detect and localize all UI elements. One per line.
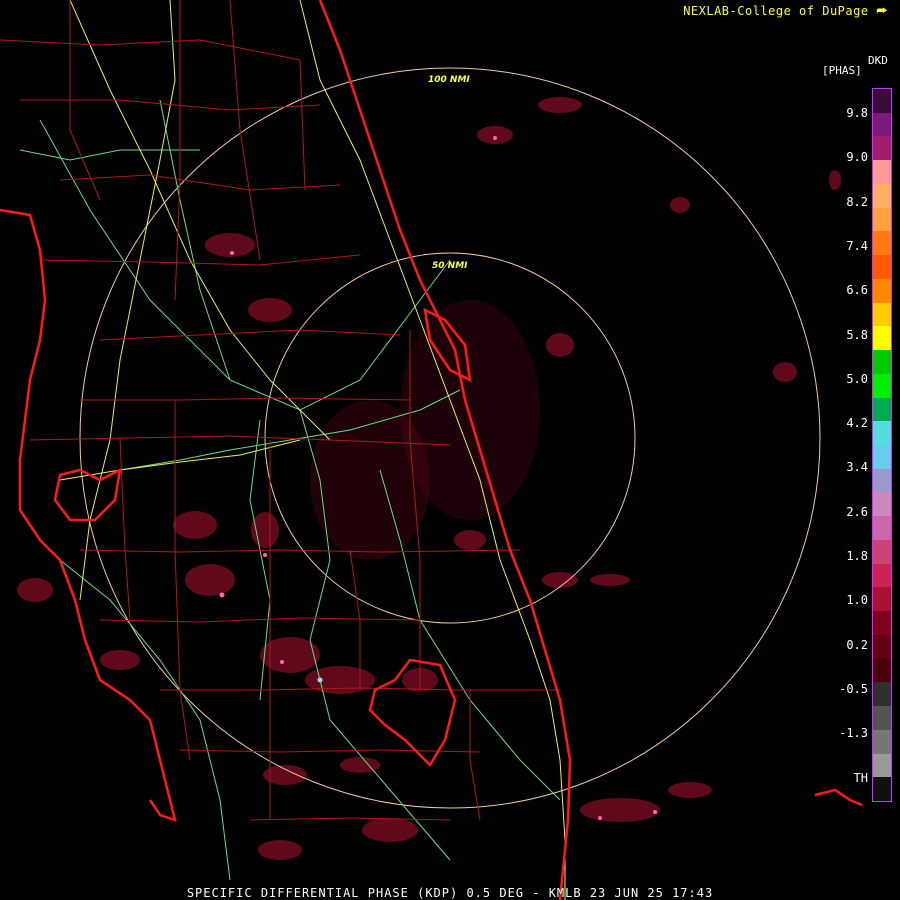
legend-color-swatch — [873, 729, 891, 755]
legend-tick-label: 6.6 — [846, 283, 868, 298]
legend-tick-label: 3.4 — [846, 460, 868, 475]
legend-color-swatch — [873, 231, 891, 256]
legend-tick-label: 8.2 — [846, 194, 868, 209]
legend-color-swatch — [873, 183, 891, 209]
legend-color-swatch — [873, 421, 891, 446]
legend-tick-label: 9.0 — [846, 150, 868, 165]
legend-tick-label: 1.8 — [846, 549, 868, 563]
legend-tick-label: 4.2 — [846, 416, 868, 431]
legend-tick-label: -0.5 — [839, 681, 868, 696]
legend-tick-label: 5.8 — [846, 327, 868, 342]
legend-color-swatch — [873, 350, 891, 375]
legend-color-swatch — [873, 278, 891, 304]
legend-color-swatch — [873, 682, 891, 707]
legend-tick-label: 0.2 — [846, 637, 868, 652]
ring-100nmi-label: 100 NMI — [428, 75, 470, 85]
product-caption: SPECIFIC DIFFERENTIAL PHASE (KDP) 0.5 DE… — [186, 886, 714, 900]
legend-color-swatch — [873, 777, 891, 802]
legend-color-swatch — [873, 397, 891, 422]
legend-color-swatch — [873, 89, 891, 114]
legend-tick-label: 7.4 — [846, 238, 868, 253]
credit-label: NEXLAB-College of DuPage ⮫ — [683, 4, 888, 18]
ring-50nmi-label: 50 NMI — [432, 261, 468, 271]
legend-color-swatch — [873, 539, 891, 565]
color-legend-bar — [872, 88, 892, 802]
legend-tick-label: 2.6 — [846, 504, 868, 519]
legend-unit-top: DKD — [868, 54, 888, 67]
legend-color-swatch — [873, 611, 891, 636]
legend-color-swatch — [873, 302, 891, 327]
legend-color-swatch — [873, 753, 891, 778]
nexlab-corner-icon: ⮫ — [876, 4, 888, 18]
legend-color-swatch — [873, 207, 891, 232]
legend-color-swatch — [873, 326, 891, 351]
legend-color-swatch — [873, 112, 891, 137]
legend-color-swatch — [873, 634, 891, 660]
legend-color-swatch — [873, 160, 891, 185]
legend-color-swatch — [873, 255, 891, 280]
legend-color-swatch — [873, 468, 891, 493]
legend-color-swatch — [873, 516, 891, 541]
legend-color-swatch — [873, 563, 891, 588]
legend-color-swatch — [873, 587, 891, 612]
legend-tick-label: TH — [853, 770, 868, 785]
legend-color-swatch — [873, 136, 891, 161]
radar-map: 50 NMI 100 NMI — [0, 0, 863, 900]
radar-echoes — [17, 97, 841, 860]
legend-color-swatch — [873, 373, 891, 399]
legend-tick-label: -1.3 — [839, 726, 868, 741]
legend-tick-label: 9.8 — [846, 106, 868, 120]
legend-tick-label: 5.0 — [846, 371, 868, 386]
legend-tick-label: 1.0 — [846, 593, 868, 608]
legend-color-swatch — [873, 706, 891, 731]
legend-color-swatch — [873, 658, 891, 683]
legend-color-swatch — [873, 445, 891, 470]
legend-unit-sub: [PHAS] — [822, 64, 862, 77]
legend-color-swatch — [873, 492, 891, 517]
